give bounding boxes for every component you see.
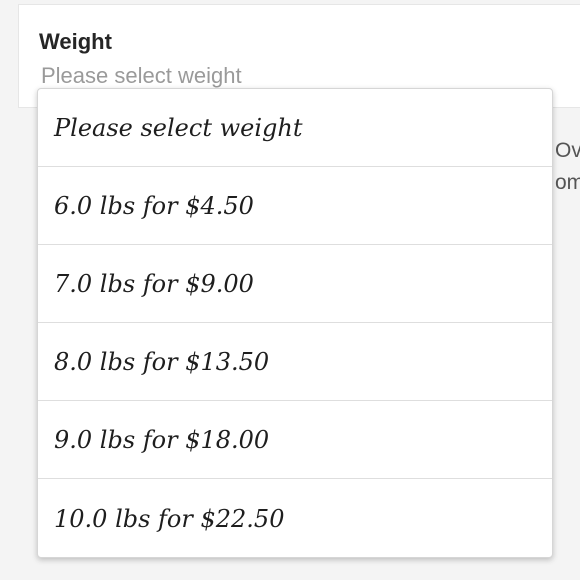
side-text-line-2: om — [555, 171, 580, 194]
side-text-line-1: Ov — [555, 139, 580, 162]
page: Weight Please select weight Ov om Please… — [0, 0, 580, 580]
weight-option-9lbs[interactable]: 9.0 lbs for $18.00 — [38, 401, 552, 479]
weight-dropdown-menu: Please select weight 6.0 lbs for $4.50 7… — [37, 88, 553, 558]
weight-label: Weight — [39, 29, 112, 54]
weight-option-10lbs[interactable]: 10.0 lbs for $22.50 — [38, 479, 552, 557]
weight-select-value[interactable]: Please select weight — [41, 63, 242, 89]
weight-option-7lbs[interactable]: 7.0 lbs for $9.00 — [38, 245, 552, 323]
weight-option-8lbs[interactable]: 8.0 lbs for $13.50 — [38, 323, 552, 401]
weight-option-placeholder[interactable]: Please select weight — [38, 89, 552, 167]
weight-option-6lbs[interactable]: 6.0 lbs for $4.50 — [38, 167, 552, 245]
